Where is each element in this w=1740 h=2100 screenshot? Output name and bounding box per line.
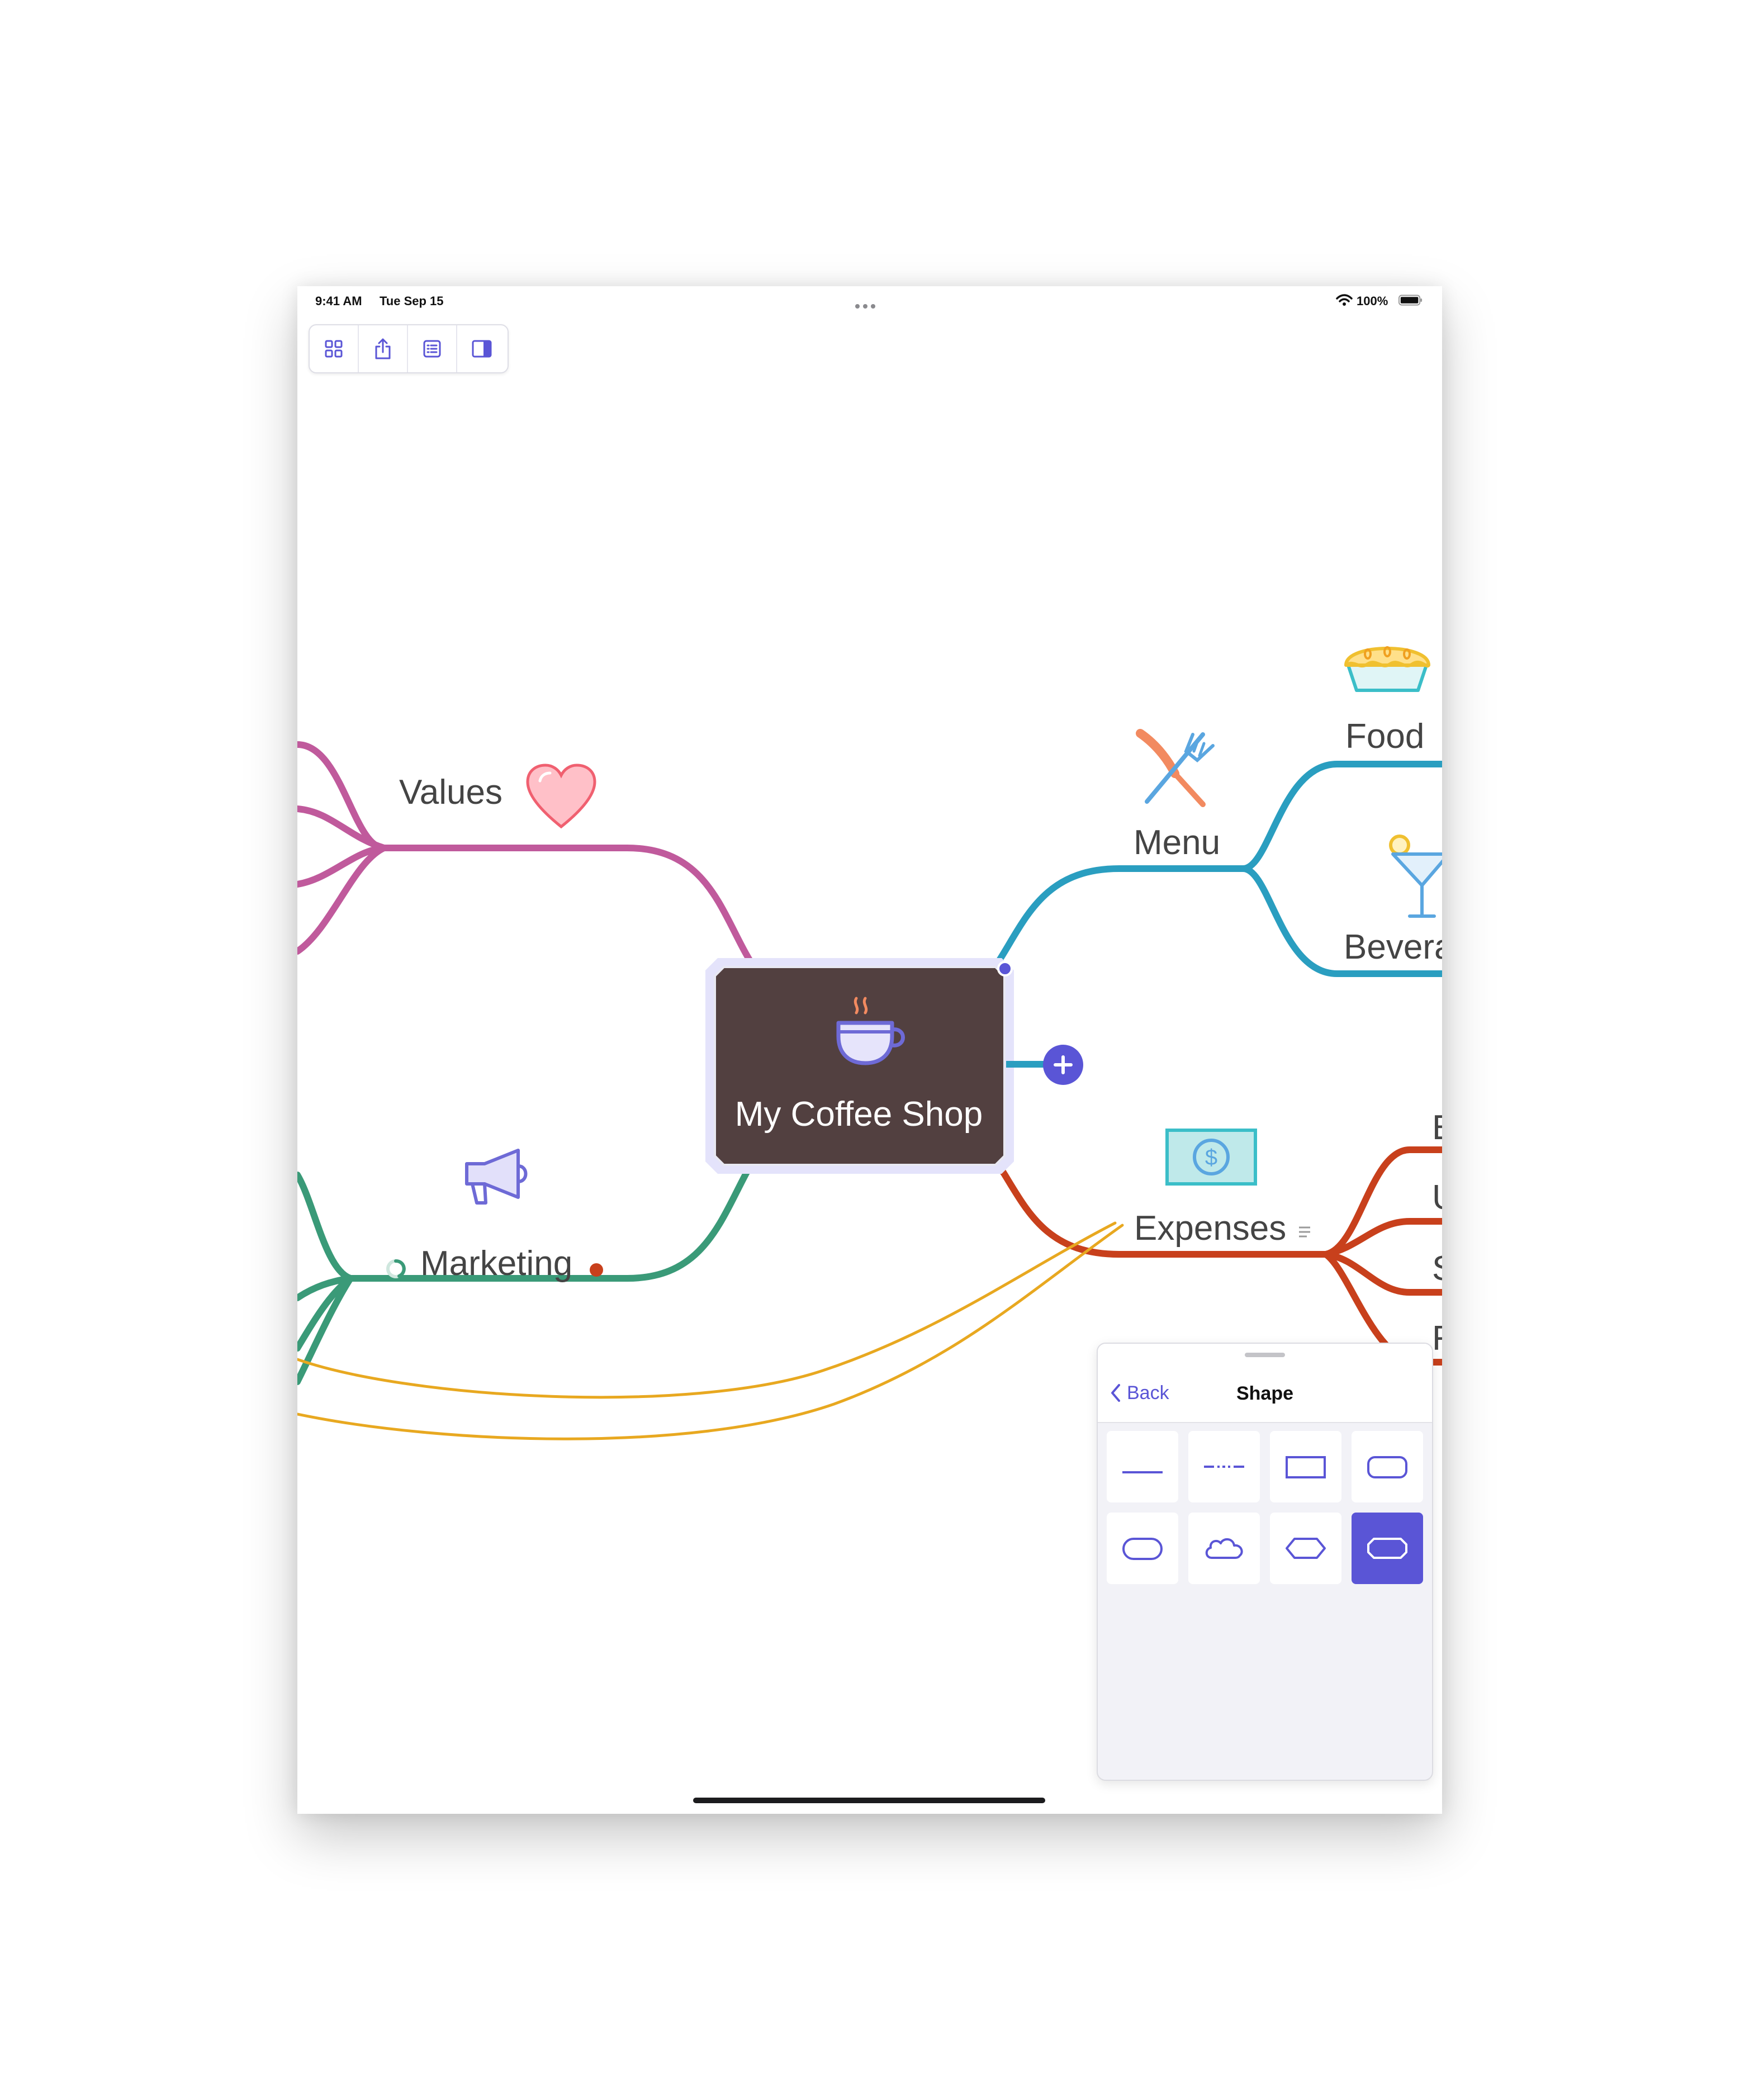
wifi-icon <box>1336 294 1353 306</box>
add-child-button[interactable] <box>1043 1045 1083 1085</box>
priority-dot <box>590 1263 603 1277</box>
shape-option-dashed-line[interactable] <box>1188 1431 1260 1502</box>
shape-option-line[interactable] <box>1107 1431 1178 1502</box>
share-button[interactable] <box>359 325 408 372</box>
ipad-screen: $ Values Marketing Menu Food Bevera Expe… <box>297 286 1442 1814</box>
grid-icon <box>325 340 343 358</box>
sidebar-toggle-button[interactable] <box>457 325 506 372</box>
panel-grabber[interactable] <box>1245 1353 1285 1357</box>
line-shape-icon <box>1122 1471 1163 1473</box>
share-icon <box>375 338 391 359</box>
dashed-line-shape-icon <box>1204 1466 1244 1468</box>
svg-text:$: $ <box>1205 1145 1217 1170</box>
octagon-shape-icon <box>1367 1538 1407 1559</box>
home-indicator[interactable] <box>693 1798 1045 1803</box>
battery-percentage: 100% <box>1357 294 1388 308</box>
shape-option-hexagon[interactable] <box>1270 1513 1341 1584</box>
shape-panel: Back Shape <box>1097 1343 1433 1781</box>
toolbar <box>309 324 509 373</box>
shape-option-rounded-rectangle[interactable] <box>1352 1431 1423 1502</box>
node-food[interactable]: Food <box>1345 719 1424 754</box>
shape-option-octagon[interactable] <box>1352 1513 1423 1584</box>
values-branch-lines <box>297 741 756 969</box>
panel-title: Shape <box>1236 1383 1294 1404</box>
outline-button[interactable] <box>408 325 457 372</box>
node-expense-child-1[interactable]: E <box>1432 1111 1442 1145</box>
shape-option-capsule[interactable] <box>1107 1513 1178 1584</box>
node-expense-child-3[interactable]: S <box>1432 1252 1442 1286</box>
rounded-rectangle-shape-icon <box>1367 1456 1407 1478</box>
cloud-shape-icon <box>1205 1538 1243 1559</box>
notes-icon <box>1299 1226 1310 1238</box>
battery-icon <box>1398 295 1423 306</box>
node-values[interactable]: Values <box>399 775 502 810</box>
heart-icon <box>526 764 596 829</box>
node-marketing[interactable]: Marketing <box>420 1246 572 1281</box>
shape-option-cloud[interactable] <box>1188 1513 1260 1584</box>
node-expense-child-4[interactable]: R <box>1432 1321 1442 1356</box>
plus-icon <box>1054 1055 1073 1074</box>
pie-icon <box>1344 646 1430 692</box>
fork-knife-icon <box>1136 729 1215 807</box>
hexagon-shape-icon <box>1286 1538 1326 1559</box>
megaphone-icon <box>465 1149 528 1205</box>
status-date: Tue Sep 15 <box>380 294 444 308</box>
node-beverages[interactable]: Bevera <box>1344 930 1442 965</box>
outline-icon <box>423 340 441 358</box>
progress-ring-icon <box>386 1259 406 1278</box>
node-menu[interactable]: Menu <box>1134 826 1220 860</box>
central-node-label: My Coffee Shop <box>734 1095 983 1134</box>
multitasking-dots-icon[interactable] <box>855 297 883 309</box>
node-expense-child-2[interactable]: U <box>1432 1181 1442 1215</box>
node-expenses[interactable]: Expenses <box>1134 1211 1286 1246</box>
rectangle-shape-icon <box>1286 1456 1326 1478</box>
sidebar-icon <box>472 340 492 358</box>
status-bar: 9:41 AM Tue Sep 15 100% <box>297 286 1442 317</box>
grid-button[interactable] <box>310 325 359 372</box>
capsule-shape-icon <box>1122 1538 1163 1560</box>
central-node[interactable]: My Coffee Shop <box>704 965 1013 1160</box>
shape-option-rectangle[interactable] <box>1270 1431 1341 1502</box>
cocktail-icon <box>1389 835 1442 918</box>
status-time: 9:41 AM <box>315 294 362 308</box>
panel-header: Back Shape <box>1098 1344 1432 1423</box>
money-icon: $ <box>1165 1129 1257 1186</box>
